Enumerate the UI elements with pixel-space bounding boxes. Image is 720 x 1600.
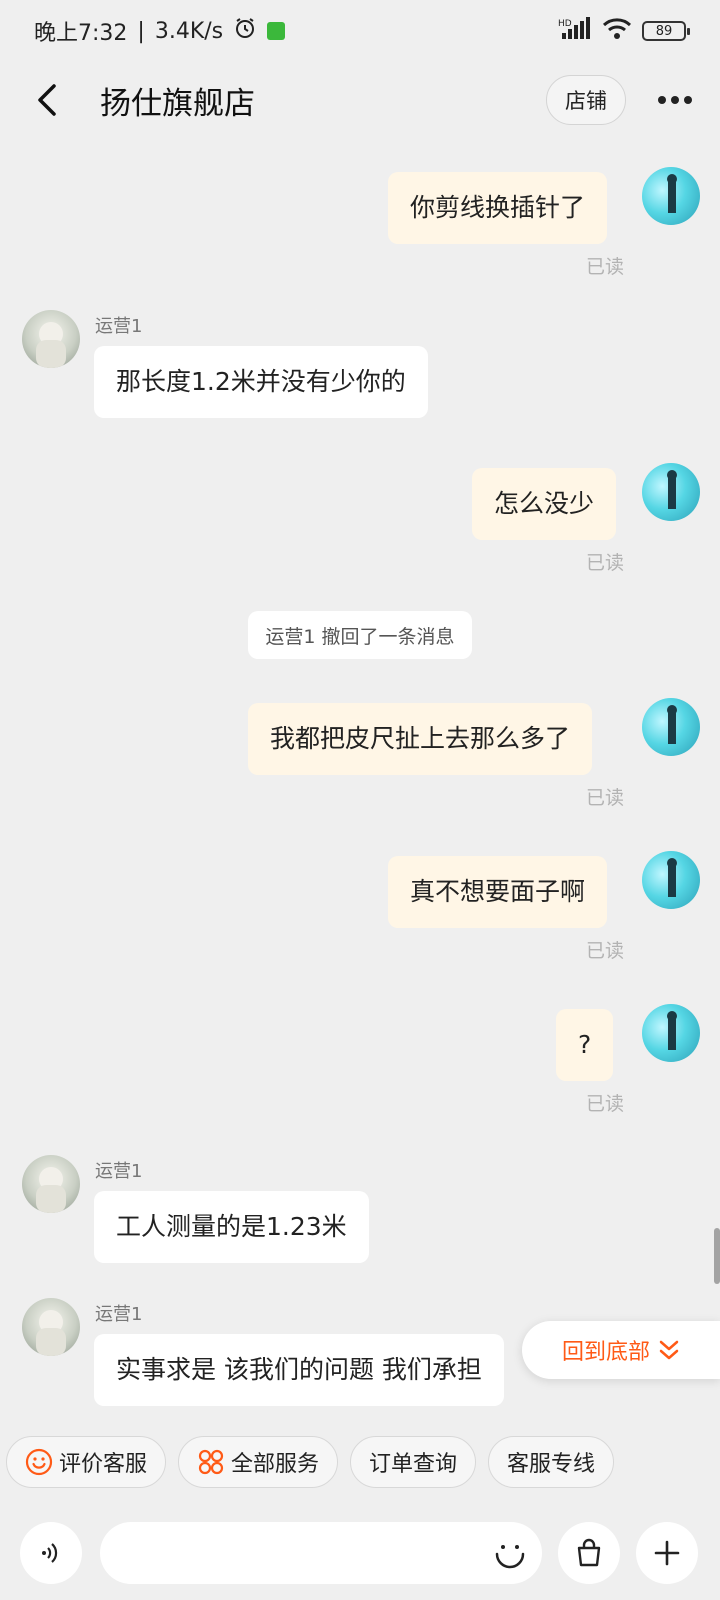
read-receipt: 已读 xyxy=(586,1093,625,1115)
quick-actions-bar: 评价客服 全部服务 订单查询 客服专线 xyxy=(0,1418,720,1506)
chat-area[interactable]: 你剪线换插针了 已读 运营1 那长度1.2米并没有少你的 怎么没少 已读 运营1… xyxy=(0,138,720,1418)
store-button[interactable]: 店铺 xyxy=(546,75,626,125)
quick-action-label: 全部服务 xyxy=(231,1452,320,1477)
read-receipt: 已读 xyxy=(586,940,625,962)
my-avatar[interactable] xyxy=(642,463,700,521)
wifi-icon xyxy=(602,17,632,45)
voice-icon xyxy=(42,1543,58,1563)
message-bubble-mine[interactable]: 真不想要面子啊 xyxy=(388,856,608,928)
status-time: 晚上7:32 xyxy=(34,21,128,46)
read-receipt: 已读 xyxy=(586,787,625,809)
scrollbar-thumb[interactable] xyxy=(714,1228,720,1284)
order-query-button[interactable]: 订单查询 xyxy=(350,1436,477,1488)
voice-button[interactable] xyxy=(20,1522,82,1584)
shop-avatar[interactable] xyxy=(22,310,80,368)
page-title: 扬仕旗舰店 xyxy=(100,85,255,122)
message-bubble-theirs[interactable]: 那长度1.2米并没有少你的 xyxy=(94,346,428,418)
my-avatar[interactable] xyxy=(642,167,700,225)
back-to-bottom-button[interactable]: 回到底部 xyxy=(522,1321,720,1379)
grid-icon xyxy=(198,1449,224,1475)
quick-action-label: 订单查询 xyxy=(369,1452,458,1477)
status-bar: 晚上7:32 | 3.4K/s HD 89 xyxy=(0,0,720,62)
more-options-button[interactable] xyxy=(650,75,700,125)
my-avatar[interactable] xyxy=(642,1004,700,1062)
all-services-button[interactable]: 全部服务 xyxy=(178,1436,339,1488)
message-input[interactable] xyxy=(100,1522,542,1584)
message-bubble-mine[interactable]: ? xyxy=(556,1009,614,1081)
status-left: 晚上7:32 | 3.4K/s xyxy=(34,15,286,47)
alarm-icon xyxy=(233,16,257,46)
read-receipt: 已读 xyxy=(586,256,625,278)
message-bubble-mine[interactable]: 你剪线换插针了 xyxy=(388,172,608,244)
chat-header: 扬仕旗舰店 店铺 xyxy=(0,62,720,138)
quick-action-label: 评价客服 xyxy=(59,1452,148,1477)
rate-service-button[interactable]: 评价客服 xyxy=(6,1436,167,1488)
sender-name: 运营1 xyxy=(95,316,143,337)
more-dot-icon xyxy=(671,96,679,104)
quick-action-label: 客服专线 xyxy=(507,1452,596,1477)
emoji-button[interactable] xyxy=(490,1534,530,1574)
app-notification-icon xyxy=(267,22,286,40)
battery-level: 89 xyxy=(655,23,673,39)
emoji-icon xyxy=(495,1545,525,1569)
signal-icon: HD xyxy=(558,17,592,45)
battery-indicator: 89 xyxy=(642,21,690,41)
back-arrow-icon xyxy=(38,84,56,116)
message-bubble-theirs[interactable]: 工人测量的是1.23米 xyxy=(94,1191,369,1263)
hd-label: HD xyxy=(558,19,572,29)
message-bubble-mine[interactable]: 我都把皮尺扯上去那么多了 xyxy=(248,703,593,775)
plus-icon xyxy=(654,1540,680,1566)
shopping-bag-button[interactable] xyxy=(558,1522,620,1584)
message-bubble-mine[interactable]: 怎么没少 xyxy=(472,468,617,540)
shop-avatar[interactable] xyxy=(22,1155,80,1213)
my-avatar[interactable] xyxy=(642,698,700,756)
back-to-bottom-label: 回到底部 xyxy=(561,1340,650,1365)
status-right: HD 89 xyxy=(558,17,690,45)
add-more-button[interactable] xyxy=(636,1522,698,1584)
read-receipt: 已读 xyxy=(586,552,625,574)
more-dot-icon xyxy=(658,96,666,104)
network-speed: 3.4K/s xyxy=(154,18,224,44)
shopping-bag-icon xyxy=(577,1538,601,1567)
message-bubble-theirs[interactable]: 实事求是 该我们的问题 我们承担 xyxy=(94,1334,504,1406)
service-hotline-button[interactable]: 客服专线 xyxy=(488,1436,615,1488)
input-bar xyxy=(0,1510,720,1600)
more-dot-icon xyxy=(684,96,692,104)
shop-avatar[interactable] xyxy=(22,1298,80,1356)
back-button[interactable] xyxy=(18,70,78,130)
status-separator: | xyxy=(137,18,145,44)
sender-name: 运营1 xyxy=(95,1161,143,1182)
double-chevron-down-icon xyxy=(659,1340,679,1360)
smile-icon xyxy=(25,1448,53,1476)
my-avatar[interactable] xyxy=(642,851,700,909)
sender-name: 运营1 xyxy=(95,1304,143,1325)
system-notice: 运营1 撤回了一条消息 xyxy=(248,611,472,659)
